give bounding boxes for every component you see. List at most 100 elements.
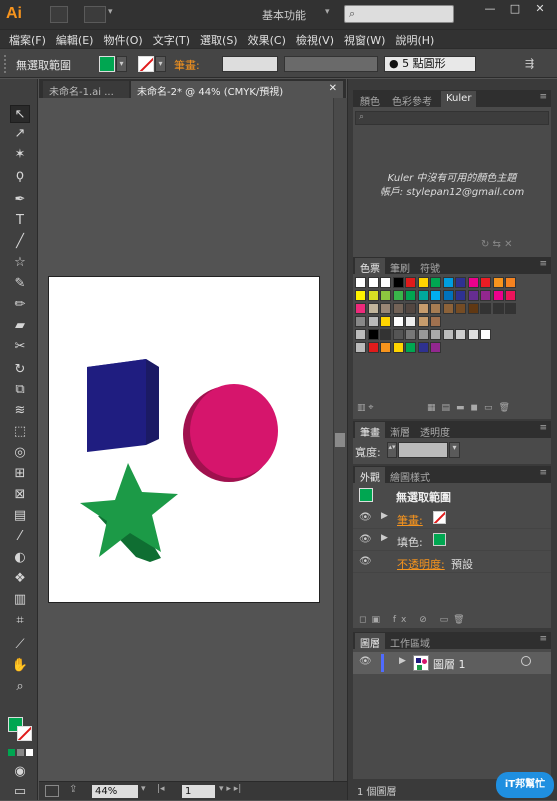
color-swatch[interactable] (430, 277, 441, 288)
slice-tool-icon[interactable]: ⟋ (10, 636, 30, 654)
color-swatch[interactable] (405, 342, 416, 353)
color-swatch[interactable] (417, 290, 429, 301)
color-swatch[interactable] (455, 290, 466, 301)
scale-tool-icon[interactable]: ⧉ (10, 381, 30, 399)
share-icon[interactable]: ⇪ (69, 784, 77, 795)
line-tool-icon[interactable]: ╱ (10, 233, 30, 251)
color-swatch[interactable] (405, 290, 416, 301)
pencil-tool-icon[interactable]: ✏ (10, 296, 30, 314)
fill-label[interactable]: 填色: (397, 534, 423, 550)
menu-help[interactable]: 說明(H) (390, 30, 439, 48)
expand-icon[interactable]: ▶ (381, 533, 388, 543)
symbol-sprayer-tool-icon[interactable]: ❖ (10, 570, 30, 588)
stroke-color-swatch[interactable] (138, 56, 154, 72)
control-menu-icon[interactable]: ⇶ (525, 57, 534, 70)
color-swatch[interactable] (380, 277, 391, 288)
color-swatch[interactable] (355, 303, 366, 314)
arrange-documents-button[interactable] (84, 6, 106, 23)
kuler-search-input[interactable]: ⌕ (355, 111, 549, 125)
tab-color[interactable]: 顏色 (355, 91, 385, 108)
tab-appearance[interactable]: 外觀 (355, 467, 385, 484)
menu-object[interactable]: 物件(O) (98, 30, 147, 48)
tab-stroke[interactable]: 筆畫 (355, 422, 385, 439)
tab-document-1[interactable]: 未命名-1.ai ... (43, 81, 129, 98)
color-swatch[interactable] (380, 316, 391, 327)
close-button[interactable]: ✕ (530, 2, 550, 16)
color-swatch[interactable] (480, 277, 491, 288)
color-swatch[interactable] (392, 277, 404, 288)
status-icon[interactable] (45, 785, 59, 797)
color-swatch[interactable] (405, 277, 416, 288)
color-swatch[interactable] (505, 290, 516, 301)
stroke-none-swatch[interactable] (433, 511, 446, 524)
color-swatch[interactable] (492, 303, 504, 314)
color-swatch[interactable] (380, 342, 391, 353)
color-swatch[interactable] (455, 277, 466, 288)
panel-menu-icon[interactable]: ≡ (539, 468, 547, 478)
paintbrush-tool-icon[interactable]: ✎ (10, 275, 30, 293)
mesh-tool-icon[interactable]: ⊠ (10, 486, 30, 504)
warp-tool-icon[interactable]: ≋ (10, 402, 30, 420)
color-swatch[interactable] (417, 277, 429, 288)
menu-edit[interactable]: 編輯(E) (51, 30, 99, 48)
color-swatch[interactable] (405, 316, 416, 327)
free-transform-tool-icon[interactable]: ⬚ (10, 423, 30, 441)
bridge-button[interactable] (50, 6, 68, 23)
menu-view[interactable]: 檢視(V) (291, 30, 339, 48)
layer-name[interactable]: 圖層 1 (433, 656, 466, 672)
color-swatch[interactable] (467, 277, 479, 288)
close-icon[interactable]: ✕ (329, 83, 337, 94)
color-swatch[interactable] (430, 329, 441, 340)
stroke-stepper[interactable]: ▴▾ (387, 442, 397, 458)
blend-tool-icon[interactable]: ◐ (10, 549, 30, 567)
tab-artboards[interactable]: 工作區域 (385, 633, 435, 650)
zoom-tool-icon[interactable]: ⌕ (10, 678, 30, 696)
tab-symbols[interactable]: 符號 (415, 258, 445, 275)
color-swatch[interactable] (430, 303, 441, 314)
menu-type[interactable]: 文字(T) (148, 30, 195, 48)
color-swatch[interactable] (355, 342, 366, 353)
color-swatch[interactable] (442, 290, 454, 301)
eye-icon[interactable]: 👁 (359, 512, 372, 523)
tab-swatches[interactable]: 色票 (355, 258, 385, 275)
color-swatch[interactable] (405, 303, 416, 314)
color-swatch[interactable] (355, 329, 366, 340)
tab-document-2[interactable]: 未命名-2* @ 44% (CMYK/預視) ✕ (131, 81, 343, 98)
color-swatch[interactable] (455, 303, 466, 314)
scrollbar-thumb[interactable] (335, 433, 345, 447)
opacity-label[interactable]: 不透明度: (397, 556, 445, 572)
artboard[interactable] (48, 276, 320, 603)
eye-icon[interactable]: 👁 (359, 534, 372, 545)
box-front-face[interactable] (87, 359, 146, 452)
color-swatch[interactable] (442, 277, 454, 288)
direct-selection-tool-icon[interactable]: ↗ (10, 125, 30, 143)
eye-icon[interactable]: 👁 (359, 556, 372, 567)
brush-definition[interactable]: ● 5 點圓形 (384, 56, 476, 72)
menu-select[interactable]: 選取(S) (195, 30, 243, 48)
selection-tool-icon[interactable]: ↖ (10, 105, 30, 123)
workspace-switcher[interactable]: 基本功能 (262, 7, 306, 23)
appearance-opacity-row[interactable]: 👁 不透明度: 預設 (353, 552, 551, 573)
color-swatch[interactable] (492, 277, 504, 288)
color-swatch[interactable] (505, 303, 516, 314)
color-mode-icon[interactable] (8, 749, 15, 756)
zoom-level-field[interactable]: 44% (92, 785, 138, 798)
color-swatch[interactable] (380, 329, 391, 340)
chevron-down-icon[interactable]: ▾ (116, 56, 127, 72)
type-tool-icon[interactable]: T (10, 212, 30, 230)
tab-transparency[interactable]: 透明度 (415, 422, 455, 439)
color-swatch[interactable] (480, 290, 491, 301)
eyedropper-tool-icon[interactable]: ⁄ (10, 528, 30, 546)
shape-builder-tool-icon[interactable]: ◎ (10, 444, 30, 462)
gradient-mode-icon[interactable] (17, 749, 24, 756)
tab-kuler[interactable]: Kuler (441, 91, 477, 107)
stroke-label[interactable]: 筆畫: (397, 512, 423, 528)
color-swatch[interactable] (392, 316, 404, 327)
none-mode-icon[interactable] (26, 749, 33, 756)
first-page-icon[interactable]: |◂ (157, 784, 165, 794)
color-swatch[interactable] (505, 277, 516, 288)
rotate-tool-icon[interactable]: ↻ (10, 361, 30, 379)
expand-icon[interactable]: ▶ (381, 511, 388, 521)
next-page-icon[interactable]: ▾ ▸ ▸| (219, 784, 241, 794)
color-swatch[interactable] (417, 303, 429, 314)
